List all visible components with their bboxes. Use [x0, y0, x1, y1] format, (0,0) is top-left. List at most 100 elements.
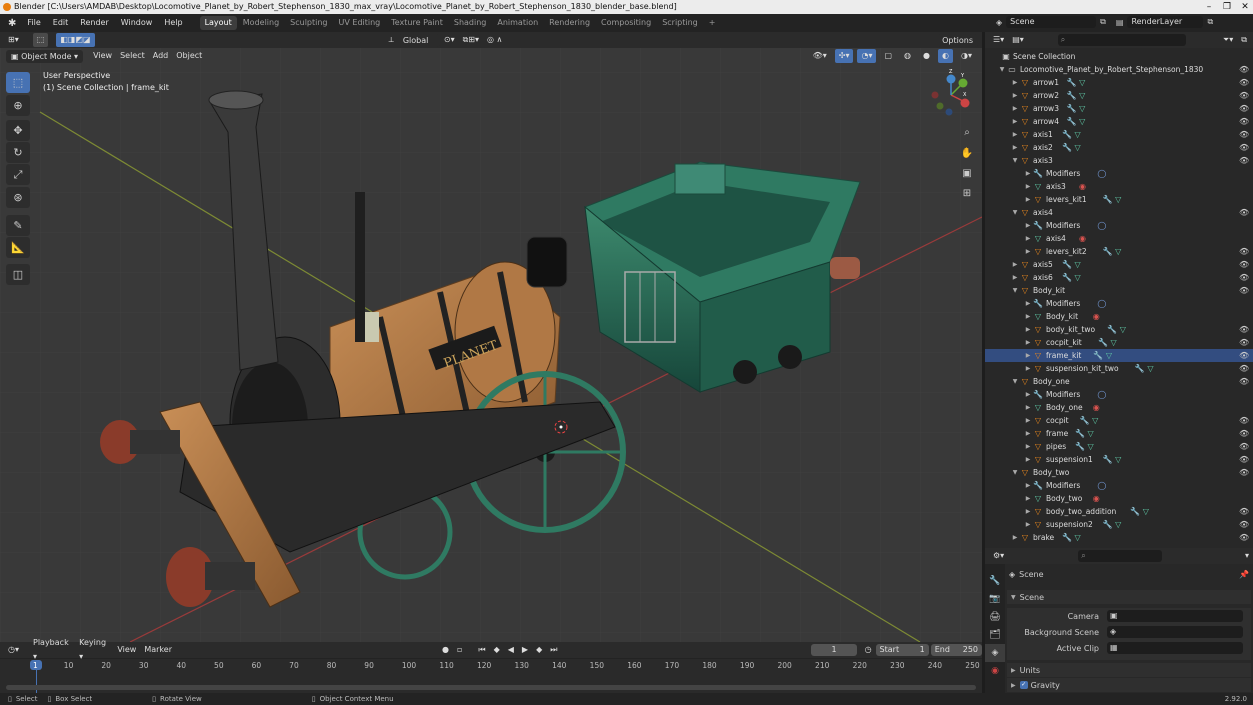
options-dropdown[interactable]: Options	[937, 33, 978, 47]
expand-arrow-icon[interactable]: ▶	[1024, 427, 1032, 440]
shading-solid-icon[interactable]: ●	[919, 49, 934, 63]
collapse-arrow-icon[interactable]: ▼	[1011, 284, 1019, 297]
menu-view[interactable]: View	[89, 49, 116, 63]
select-tool-icon[interactable]: ⬚	[6, 72, 30, 93]
visibility-icon[interactable]: 👁▾	[809, 49, 831, 63]
snap-icon[interactable]: ⧉⊞▾	[459, 33, 483, 47]
visibility-eye-icon[interactable]: 👁	[1239, 518, 1249, 531]
camera-field[interactable]: ▣	[1107, 610, 1243, 622]
proportional-edit-icon[interactable]: ◎ ∧	[483, 33, 506, 47]
render-tab-icon[interactable]: 📷	[985, 590, 1005, 608]
modifier-mesh-icons[interactable]: 🔧 ▽	[1075, 427, 1094, 440]
units-panel-header[interactable]: ▶ Units	[1007, 663, 1251, 677]
modifier-mesh-icons[interactable]: 🔧 ▽	[1062, 141, 1081, 154]
expand-arrow-icon[interactable]: ▶	[1024, 492, 1032, 505]
tab-animation[interactable]: Animation	[492, 16, 543, 30]
outliner-row[interactable]: ▶ ▽ arrow1 🔧 ▽ 👁	[985, 76, 1253, 89]
expand-arrow-icon[interactable]: ▶	[1011, 128, 1019, 141]
visibility-eye-icon[interactable]: 👁	[1239, 154, 1249, 167]
expand-arrow-icon[interactable]: ▶	[1024, 336, 1032, 349]
menu-window[interactable]: Window	[116, 14, 158, 32]
start-frame-field[interactable]: Start 1	[875, 644, 929, 656]
minimize-button[interactable]: –	[1203, 1, 1215, 13]
scene-tab-icon[interactable]: ◈	[985, 644, 1005, 662]
visibility-eye-icon[interactable]: 👁	[1239, 271, 1249, 284]
modifier-mesh-icons[interactable]: 🔧 ▽	[1103, 193, 1122, 206]
tool-tab-icon[interactable]: 🔧	[985, 564, 1005, 590]
visibility-eye-icon[interactable]: 👁	[1239, 258, 1249, 271]
visibility-eye-icon[interactable]: 👁	[1239, 323, 1249, 336]
active-clip-field[interactable]: ▦	[1107, 642, 1243, 654]
pin-icon[interactable]: 📌	[1239, 570, 1249, 579]
menu-file[interactable]: File	[22, 14, 45, 32]
output-tab-icon[interactable]: 🖨	[985, 608, 1005, 626]
prev-keyframe-icon[interactable]: ◆	[490, 643, 504, 657]
add-workspace-button[interactable]: +	[704, 16, 721, 30]
shading-wireframe-icon[interactable]: ◍	[900, 49, 915, 63]
outliner-row[interactable]: ▶ ▽ cocpit 🔧 ▽ 👁	[985, 414, 1253, 427]
outliner-row[interactable]: ▶ ▽ suspension2 🔧 ▽ 👁	[985, 518, 1253, 531]
visibility-eye-icon[interactable]: 👁	[1239, 336, 1249, 349]
expand-arrow-icon[interactable]: ▶	[1011, 102, 1019, 115]
next-keyframe-icon[interactable]: ◆	[532, 643, 546, 657]
xray-icon[interactable]: ▢	[880, 49, 896, 63]
visibility-eye-icon[interactable]: 👁	[1239, 245, 1249, 258]
visibility-eye-icon[interactable]: 👁	[1239, 453, 1249, 466]
modifier-mesh-icons[interactable]: 🔧 ▽	[1062, 531, 1081, 544]
outliner-row[interactable]: ▶ ▽ suspension1 🔧 ▽ 👁	[985, 453, 1253, 466]
visibility-eye-icon[interactable]: 👁	[1239, 102, 1249, 115]
outliner-row[interactable]: ▼ ▽ Body_kit 👁	[985, 284, 1253, 297]
outliner-row[interactable]: ▶ ▽ levers_kit2 🔧 ▽ 👁	[985, 245, 1253, 258]
modifier-badge-icon[interactable]: ◯	[1097, 219, 1106, 232]
visibility-eye-icon[interactable]: 👁	[1239, 89, 1249, 102]
visibility-eye-icon[interactable]: 👁	[1239, 128, 1249, 141]
visibility-eye-icon[interactable]: 👁	[1239, 349, 1249, 362]
keying-set-icon[interactable]: ▫	[453, 643, 466, 657]
outliner-row[interactable]: ▶ ▽ axis3 ◉	[985, 180, 1253, 193]
visibility-eye-icon[interactable]: 👁	[1239, 375, 1249, 388]
modifier-mesh-icons[interactable]: 🔧 ▽	[1062, 258, 1081, 271]
modifier-mesh-icons[interactable]: 🔧 ▽	[1135, 362, 1154, 375]
properties-menu-icon[interactable]: ▾	[1241, 549, 1253, 563]
expand-arrow-icon[interactable]: ▶	[1011, 531, 1019, 544]
transform-orientation-select[interactable]: Global	[397, 33, 440, 47]
modifier-badge-icon[interactable]: ◯	[1097, 479, 1106, 492]
visibility-eye-icon[interactable]: 👁	[1239, 76, 1249, 89]
expand-arrow-icon[interactable]: ▶	[1024, 362, 1032, 375]
tab-texture-paint[interactable]: Texture Paint	[386, 16, 448, 30]
expand-arrow-icon[interactable]: ▶	[1024, 453, 1032, 466]
outliner-row[interactable]: ▶ ▽ axis6 🔧 ▽ 👁	[985, 271, 1253, 284]
world-tab-icon[interactable]: ◉	[985, 662, 1005, 680]
outliner-row[interactable]: ▶ ▽ arrow4 🔧 ▽ 👁	[985, 115, 1253, 128]
outliner-row[interactable]: ▶ ▽ body_kit_two 🔧 ▽ 👁	[985, 323, 1253, 336]
new-collection-icon[interactable]: ⧉	[1237, 33, 1251, 47]
outliner-row[interactable]: ▶ ▽ brake 🔧 ▽ 👁	[985, 531, 1253, 544]
menu-edit[interactable]: Edit	[48, 14, 74, 32]
camera-view-icon[interactable]: ▣	[958, 165, 976, 183]
visibility-eye-icon[interactable]: 👁	[1239, 284, 1249, 297]
properties-search-input[interactable]: ⌕	[1078, 550, 1163, 562]
visibility-eye-icon[interactable]: 👁	[1239, 466, 1249, 479]
outliner-row[interactable]: ▼ ▭ Locomotive_Planet_by_Robert_Stephenson…	[985, 63, 1253, 76]
expand-arrow-icon[interactable]: ▶	[1024, 245, 1032, 258]
outliner-row[interactable]: ▶ ▽ arrow2 🔧 ▽ 👁	[985, 89, 1253, 102]
timeline-scrollbar[interactable]	[6, 685, 976, 690]
overlay-toggle-icon[interactable]: ◔▾	[857, 49, 877, 63]
visibility-eye-icon[interactable]: 👁	[1239, 206, 1249, 219]
jump-start-icon[interactable]: ⏮	[474, 643, 489, 657]
tab-sculpting[interactable]: Sculpting	[285, 16, 332, 30]
outliner-row[interactable]: ▶ ▽ body_two_addition 🔧 ▽ 👁	[985, 505, 1253, 518]
select-mode-icon[interactable]: ⬚	[32, 33, 49, 47]
render-layer-selector[interactable]: RenderLayer	[1127, 16, 1204, 28]
maximize-button[interactable]: ❐	[1221, 1, 1233, 13]
expand-arrow-icon[interactable]: ▶	[1024, 388, 1032, 401]
outliner-row[interactable]: ▶ ▽ axis2 🔧 ▽ 👁	[985, 141, 1253, 154]
modifier-mesh-icons[interactable]: 🔧 ▽	[1067, 76, 1086, 89]
outliner-row[interactable]: ▼ ▽ axis3 👁	[985, 154, 1253, 167]
expand-arrow-icon[interactable]: ▶	[1024, 479, 1032, 492]
visibility-eye-icon[interactable]: 👁	[1239, 440, 1249, 453]
menu-object[interactable]: Object	[172, 49, 206, 63]
visibility-eye-icon[interactable]: 👁	[1239, 505, 1249, 518]
collapse-arrow-icon[interactable]: ▼	[1011, 206, 1019, 219]
gizmo-toggle-icon[interactable]: ✣▾	[834, 49, 854, 63]
